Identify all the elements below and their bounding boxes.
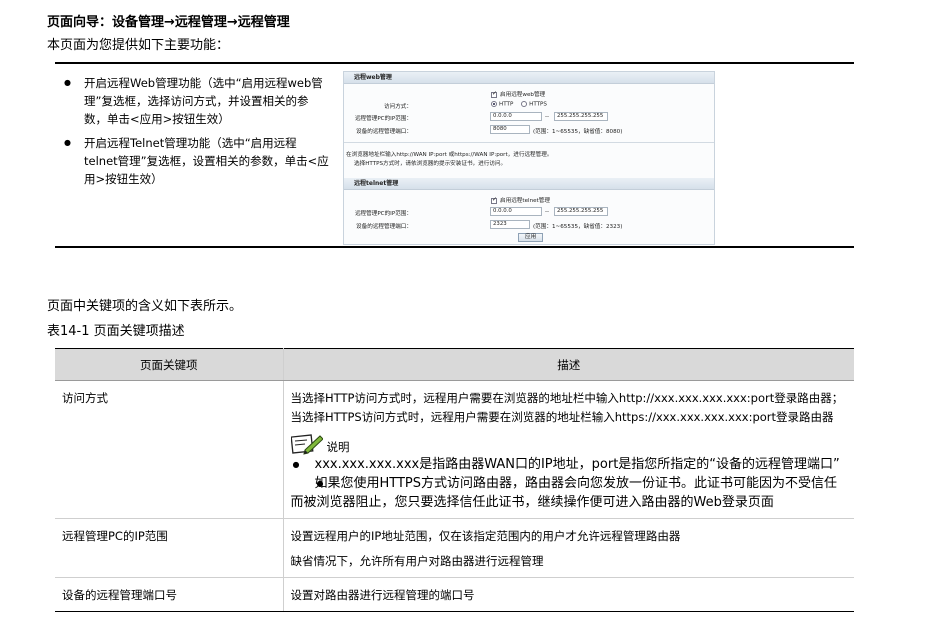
telnet-enable-row: 启用远程telnet管理 <box>491 196 550 204</box>
http-label: HTTP <box>499 101 514 108</box>
telnet-ip-end-input[interactable]: 255.255.255.255 <box>554 207 608 216</box>
web-port-hint: (范围：1~65535，缺省值：8080) <box>533 129 623 135</box>
web-ip-end-input[interactable]: 255.255.255.255 <box>554 112 608 121</box>
table-caption: 表14-1 页面关键项描述 <box>47 324 185 339</box>
telnet-ip-range-label: 远程管理PC的IP范围： <box>354 211 412 217</box>
row-key-access-method: 访问方式 <box>55 380 284 519</box>
web-port-input[interactable]: 8080 <box>490 125 530 134</box>
table-intro-text: 页面中关键项的含义如下表所示。 <box>47 299 243 314</box>
row-desc-port: 设置对路由器进行远程管理的端口号 <box>283 577 854 612</box>
intro-text: 本页面为您提供如下主要功能： <box>47 38 230 53</box>
row-key-ip-range: 远程管理PC的IP范围 <box>55 518 284 578</box>
apply-button[interactable]: 应用 <box>518 233 544 242</box>
telnet-port-hint: (范围：1~65535，缺省值：2323) <box>533 224 623 230</box>
table-row: 访问方式 当选择HTTP访问方式时，远程用户需要在浏览器的地址栏中输入http:… <box>55 380 854 519</box>
note-list: xxx.xxx.xxx.xxx是指路由器WAN口的IP地址，port是指您所指定… <box>291 455 849 512</box>
key-items-table: 页面关键项 描述 访问方式 当选择HTTP访问方式时，远程用户需要在浏览器的地址… <box>55 348 854 612</box>
feature-list: 开启远程Web管理功能（选中“启用远程web管理”复选框，选择访问方式，并设置相… <box>62 74 330 194</box>
table-header-row: 页面关键项 描述 <box>55 348 854 381</box>
ip-range-description-2: 缺省情况下，允许所有用户对路由器进行远程管理 <box>290 554 544 568</box>
web-enable-row: 启用远程web管理 <box>491 90 545 98</box>
web-ip-dash: -- <box>545 114 550 120</box>
feature-item-web: 开启远程Web管理功能（选中“启用远程web管理”复选框，选择访问方式，并设置相… <box>62 74 330 128</box>
access-hint-line-1: 在浏览器地址栏输入http://WAN IP:port 或https://WAN… <box>346 152 553 158</box>
telnet-port-label: 设备的远程管理端口： <box>356 224 412 230</box>
note-item: xxx.xxx.xxx.xxx是指路由器WAN口的IP地址，port是指您所指定… <box>291 455 849 474</box>
web-ip-start-input[interactable]: 0.0.0.0 <box>490 112 542 121</box>
remote-management-screenshot: 远程web管理 启用远程web管理 访问方式： HTTP HTTPS 远程管理P… <box>343 71 715 245</box>
table-row: 设备的远程管理端口号 设置对路由器进行远程管理的端口号 <box>55 577 854 612</box>
telnet-ip-start-input[interactable]: 0.0.0.0 <box>490 207 542 216</box>
access-method-label: 访问方式： <box>384 104 412 110</box>
row-key-port: 设备的远程管理端口号 <box>55 577 284 612</box>
row-desc-ip-range: 设置远程用户的IP地址范围，仅在该指定范围内的用户才允许远程管理路由器 缺省情况… <box>283 518 854 578</box>
note-item: 如果您使用HTTPS方式访问路由器，路由器会向您发放一份证书。此证书可能因为不受… <box>291 474 849 512</box>
ip-range-description-1: 设置远程用户的IP地址范围，仅在该指定范围内的用户才允许远程管理路由器 <box>290 529 681 543</box>
telnet-section-title: 远程telnet管理 <box>344 178 714 190</box>
web-enable-checkbox[interactable] <box>491 90 497 98</box>
telnet-enable-label: 启用远程telnet管理 <box>500 198 550 204</box>
web-port-label: 设备的远程管理端口： <box>356 129 412 135</box>
table-header-key: 页面关键项 <box>55 348 284 381</box>
telnet-port-input[interactable]: 2323 <box>490 220 530 229</box>
access-method-description: 当选择HTTP访问方式时，远程用户需要在浏览器的地址栏中输入http://xxx… <box>290 391 844 424</box>
table-header-desc: 描述 <box>283 348 854 381</box>
top-rule <box>55 62 854 64</box>
note-header: 说明 <box>290 433 849 455</box>
https-label: HTTPS <box>529 101 547 108</box>
table-row: 远程管理PC的IP范围 设置远程用户的IP地址范围，仅在该指定范围内的用户才允许… <box>55 518 854 578</box>
page-nav-title: 页面向导：设备管理→远程管理→远程管理 <box>47 15 290 30</box>
telnet-ip-dash: -- <box>545 209 550 215</box>
web-enable-label: 启用远程web管理 <box>500 92 546 98</box>
bottom-rule <box>55 246 854 248</box>
access-method-radios: HTTP HTTPS <box>491 101 547 108</box>
access-hint-line-2: 选择HTTPS方式时，请依浏览器的提示安装证书，进行访问。 <box>354 161 507 167</box>
telnet-enable-checkbox[interactable] <box>491 196 497 204</box>
https-radio[interactable] <box>521 101 528 107</box>
web-ip-range-label: 远程管理PC的IP范围： <box>354 116 412 122</box>
divider <box>344 142 714 143</box>
http-radio[interactable] <box>491 101 497 107</box>
feature-item-telnet: 开启远程Telnet管理功能（选中“启用远程telnet管理”复选框，设置相关的… <box>62 134 330 188</box>
row-desc-access-method: 当选择HTTP访问方式时，远程用户需要在浏览器的地址栏中输入http://xxx… <box>283 380 854 519</box>
web-section-title: 远程web管理 <box>344 72 714 84</box>
